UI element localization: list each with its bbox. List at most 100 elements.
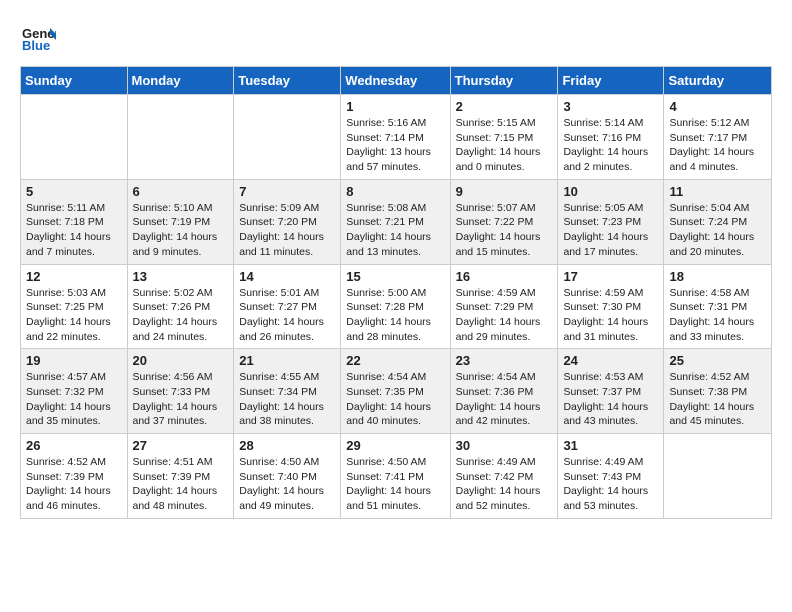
calendar-cell: 18Sunrise: 4:58 AMSunset: 7:31 PMDayligh…	[664, 264, 772, 349]
day-number: 6	[133, 184, 229, 199]
day-number: 30	[456, 438, 553, 453]
calendar-cell: 5 Sunrise: 5:11 AMSunset: 7:18 PMDaylight…	[21, 179, 128, 264]
day-info: Sunrise: 5:02 AMSunset: 7:26 PMDaylight:…	[133, 286, 229, 345]
day-info: Sunrise: 4:57 AMSunset: 7:32 PMDaylight:…	[26, 370, 122, 429]
calendar-cell	[664, 434, 772, 519]
day-number: 20	[133, 353, 229, 368]
weekday-header: Thursday	[450, 67, 558, 95]
calendar-cell: 26 Sunrise: 4:52 AMSunset: 7:39 PMDayligh…	[21, 434, 128, 519]
calendar-cell: 11 Sunrise: 5:04 AMSunset: 7:24 PMDayligh…	[664, 179, 772, 264]
calendar-cell: 3 Sunrise: 5:14 AMSunset: 7:16 PMDaylight…	[558, 95, 664, 180]
calendar-week-row: 26 Sunrise: 4:52 AMSunset: 7:39 PMDayligh…	[21, 434, 772, 519]
logo-icon: General Blue	[20, 20, 56, 56]
day-info: Sunrise: 4:54 AMSunset: 7:35 PMDaylight:…	[346, 370, 444, 429]
day-number: 31	[563, 438, 658, 453]
day-info: Sunrise: 4:59 AMSunset: 7:29 PMDaylight:…	[456, 286, 553, 345]
calendar-cell: 14 Sunrise: 5:01 AMSunset: 7:27 PMDayligh…	[234, 264, 341, 349]
day-number: 3	[563, 99, 658, 114]
calendar-cell	[21, 95, 128, 180]
day-info: Sunrise: 5:01 AMSunset: 7:27 PMDaylight:…	[239, 286, 335, 345]
weekday-header: Wednesday	[341, 67, 450, 95]
calendar-week-row: 5 Sunrise: 5:11 AMSunset: 7:18 PMDaylight…	[21, 179, 772, 264]
day-info: Sunrise: 5:00 AMSunset: 7:28 PMDaylight:…	[346, 286, 444, 345]
day-number: 4	[669, 99, 766, 114]
weekday-header: Tuesday	[234, 67, 341, 95]
day-number: 11	[669, 184, 766, 199]
calendar-cell: 6 Sunrise: 5:10 AMSunset: 7:19 PMDaylight…	[127, 179, 234, 264]
day-number: 14	[239, 269, 335, 284]
day-info: Sunrise: 5:14 AMSunset: 7:16 PMDaylight:…	[563, 116, 658, 175]
day-info: Sunrise: 5:03 AMSunset: 7:25 PMDaylight:…	[26, 286, 122, 345]
day-number: 21	[239, 353, 335, 368]
day-info: Sunrise: 5:15 AMSunset: 7:15 PMDaylight:…	[456, 116, 553, 175]
calendar-cell: 8 Sunrise: 5:08 AMSunset: 7:21 PMDaylight…	[341, 179, 450, 264]
day-number: 19	[26, 353, 122, 368]
day-info: Sunrise: 5:16 AMSunset: 7:14 PMDaylight:…	[346, 116, 444, 175]
day-info: Sunrise: 4:59 AMSunset: 7:30 PMDaylight:…	[563, 286, 658, 345]
weekday-header: Saturday	[664, 67, 772, 95]
calendar-cell	[234, 95, 341, 180]
day-number: 13	[133, 269, 229, 284]
calendar-week-row: 12 Sunrise: 5:03 AMSunset: 7:25 PMDayligh…	[21, 264, 772, 349]
day-info: Sunrise: 5:11 AMSunset: 7:18 PMDaylight:…	[26, 201, 122, 260]
calendar-cell: 30 Sunrise: 4:49 AMSunset: 7:42 PMDayligh…	[450, 434, 558, 519]
day-info: Sunrise: 5:10 AMSunset: 7:19 PMDaylight:…	[133, 201, 229, 260]
day-number: 28	[239, 438, 335, 453]
day-info: Sunrise: 4:52 AMSunset: 7:39 PMDaylight:…	[26, 455, 122, 514]
calendar-cell: 23 Sunrise: 4:54 AMSunset: 7:36 PMDayligh…	[450, 349, 558, 434]
day-number: 10	[563, 184, 658, 199]
day-number: 16	[456, 269, 553, 284]
day-info: Sunrise: 5:05 AMSunset: 7:23 PMDaylight:…	[563, 201, 658, 260]
day-info: Sunrise: 5:09 AMSunset: 7:20 PMDaylight:…	[239, 201, 335, 260]
calendar-cell: 19 Sunrise: 4:57 AMSunset: 7:32 PMDayligh…	[21, 349, 128, 434]
calendar-cell: 15 Sunrise: 5:00 AMSunset: 7:28 PMDayligh…	[341, 264, 450, 349]
calendar-cell: 12 Sunrise: 5:03 AMSunset: 7:25 PMDayligh…	[21, 264, 128, 349]
day-info: Sunrise: 4:52 AMSunset: 7:38 PMDaylight:…	[669, 370, 766, 429]
calendar-cell: 29Sunrise: 4:50 AMSunset: 7:41 PMDayligh…	[341, 434, 450, 519]
day-number: 1	[346, 99, 444, 114]
svg-text:Blue: Blue	[22, 38, 50, 53]
day-info: Sunrise: 4:49 AMSunset: 7:43 PMDaylight:…	[563, 455, 658, 514]
calendar-cell: 25 Sunrise: 4:52 AMSunset: 7:38 PMDayligh…	[664, 349, 772, 434]
day-info: Sunrise: 4:56 AMSunset: 7:33 PMDaylight:…	[133, 370, 229, 429]
calendar-cell: 24 Sunrise: 4:53 AMSunset: 7:37 PMDayligh…	[558, 349, 664, 434]
weekday-header: Friday	[558, 67, 664, 95]
day-number: 2	[456, 99, 553, 114]
day-number: 18	[669, 269, 766, 284]
day-number: 8	[346, 184, 444, 199]
calendar-header-row: SundayMondayTuesdayWednesdayThursdayFrid…	[21, 67, 772, 95]
day-info: Sunrise: 4:53 AMSunset: 7:37 PMDaylight:…	[563, 370, 658, 429]
day-info: Sunrise: 5:04 AMSunset: 7:24 PMDaylight:…	[669, 201, 766, 260]
day-number: 27	[133, 438, 229, 453]
day-number: 23	[456, 353, 553, 368]
calendar-cell: 7Sunrise: 5:09 AMSunset: 7:20 PMDaylight…	[234, 179, 341, 264]
day-number: 15	[346, 269, 444, 284]
day-info: Sunrise: 4:50 AMSunset: 7:40 PMDaylight:…	[239, 455, 335, 514]
calendar-cell: 1 Sunrise: 5:16 AMSunset: 7:14 PMDaylight…	[341, 95, 450, 180]
day-number: 25	[669, 353, 766, 368]
day-number: 12	[26, 269, 122, 284]
calendar-cell: 13 Sunrise: 5:02 AMSunset: 7:26 PMDayligh…	[127, 264, 234, 349]
calendar-cell: 20 Sunrise: 4:56 AMSunset: 7:33 PMDayligh…	[127, 349, 234, 434]
day-info: Sunrise: 5:08 AMSunset: 7:21 PMDaylight:…	[346, 201, 444, 260]
day-info: Sunrise: 5:12 AMSunset: 7:17 PMDaylight:…	[669, 116, 766, 175]
weekday-header: Sunday	[21, 67, 128, 95]
calendar-cell	[127, 95, 234, 180]
day-number: 5	[26, 184, 122, 199]
day-info: Sunrise: 4:49 AMSunset: 7:42 PMDaylight:…	[456, 455, 553, 514]
calendar-cell: 17 Sunrise: 4:59 AMSunset: 7:30 PMDayligh…	[558, 264, 664, 349]
calendar-cell: 16 Sunrise: 4:59 AMSunset: 7:29 PMDayligh…	[450, 264, 558, 349]
day-info: Sunrise: 4:55 AMSunset: 7:34 PMDaylight:…	[239, 370, 335, 429]
day-number: 22	[346, 353, 444, 368]
day-info: Sunrise: 4:54 AMSunset: 7:36 PMDaylight:…	[456, 370, 553, 429]
weekday-header: Monday	[127, 67, 234, 95]
calendar-week-row: 1 Sunrise: 5:16 AMSunset: 7:14 PMDaylight…	[21, 95, 772, 180]
day-number: 24	[563, 353, 658, 368]
day-number: 26	[26, 438, 122, 453]
calendar-cell: 9Sunrise: 5:07 AMSunset: 7:22 PMDaylight…	[450, 179, 558, 264]
day-number: 17	[563, 269, 658, 284]
calendar-cell: 31 Sunrise: 4:49 AMSunset: 7:43 PMDayligh…	[558, 434, 664, 519]
calendar-cell: 27Sunrise: 4:51 AMSunset: 7:39 PMDayligh…	[127, 434, 234, 519]
day-number: 29	[346, 438, 444, 453]
calendar-cell: 10 Sunrise: 5:05 AMSunset: 7:23 PMDayligh…	[558, 179, 664, 264]
